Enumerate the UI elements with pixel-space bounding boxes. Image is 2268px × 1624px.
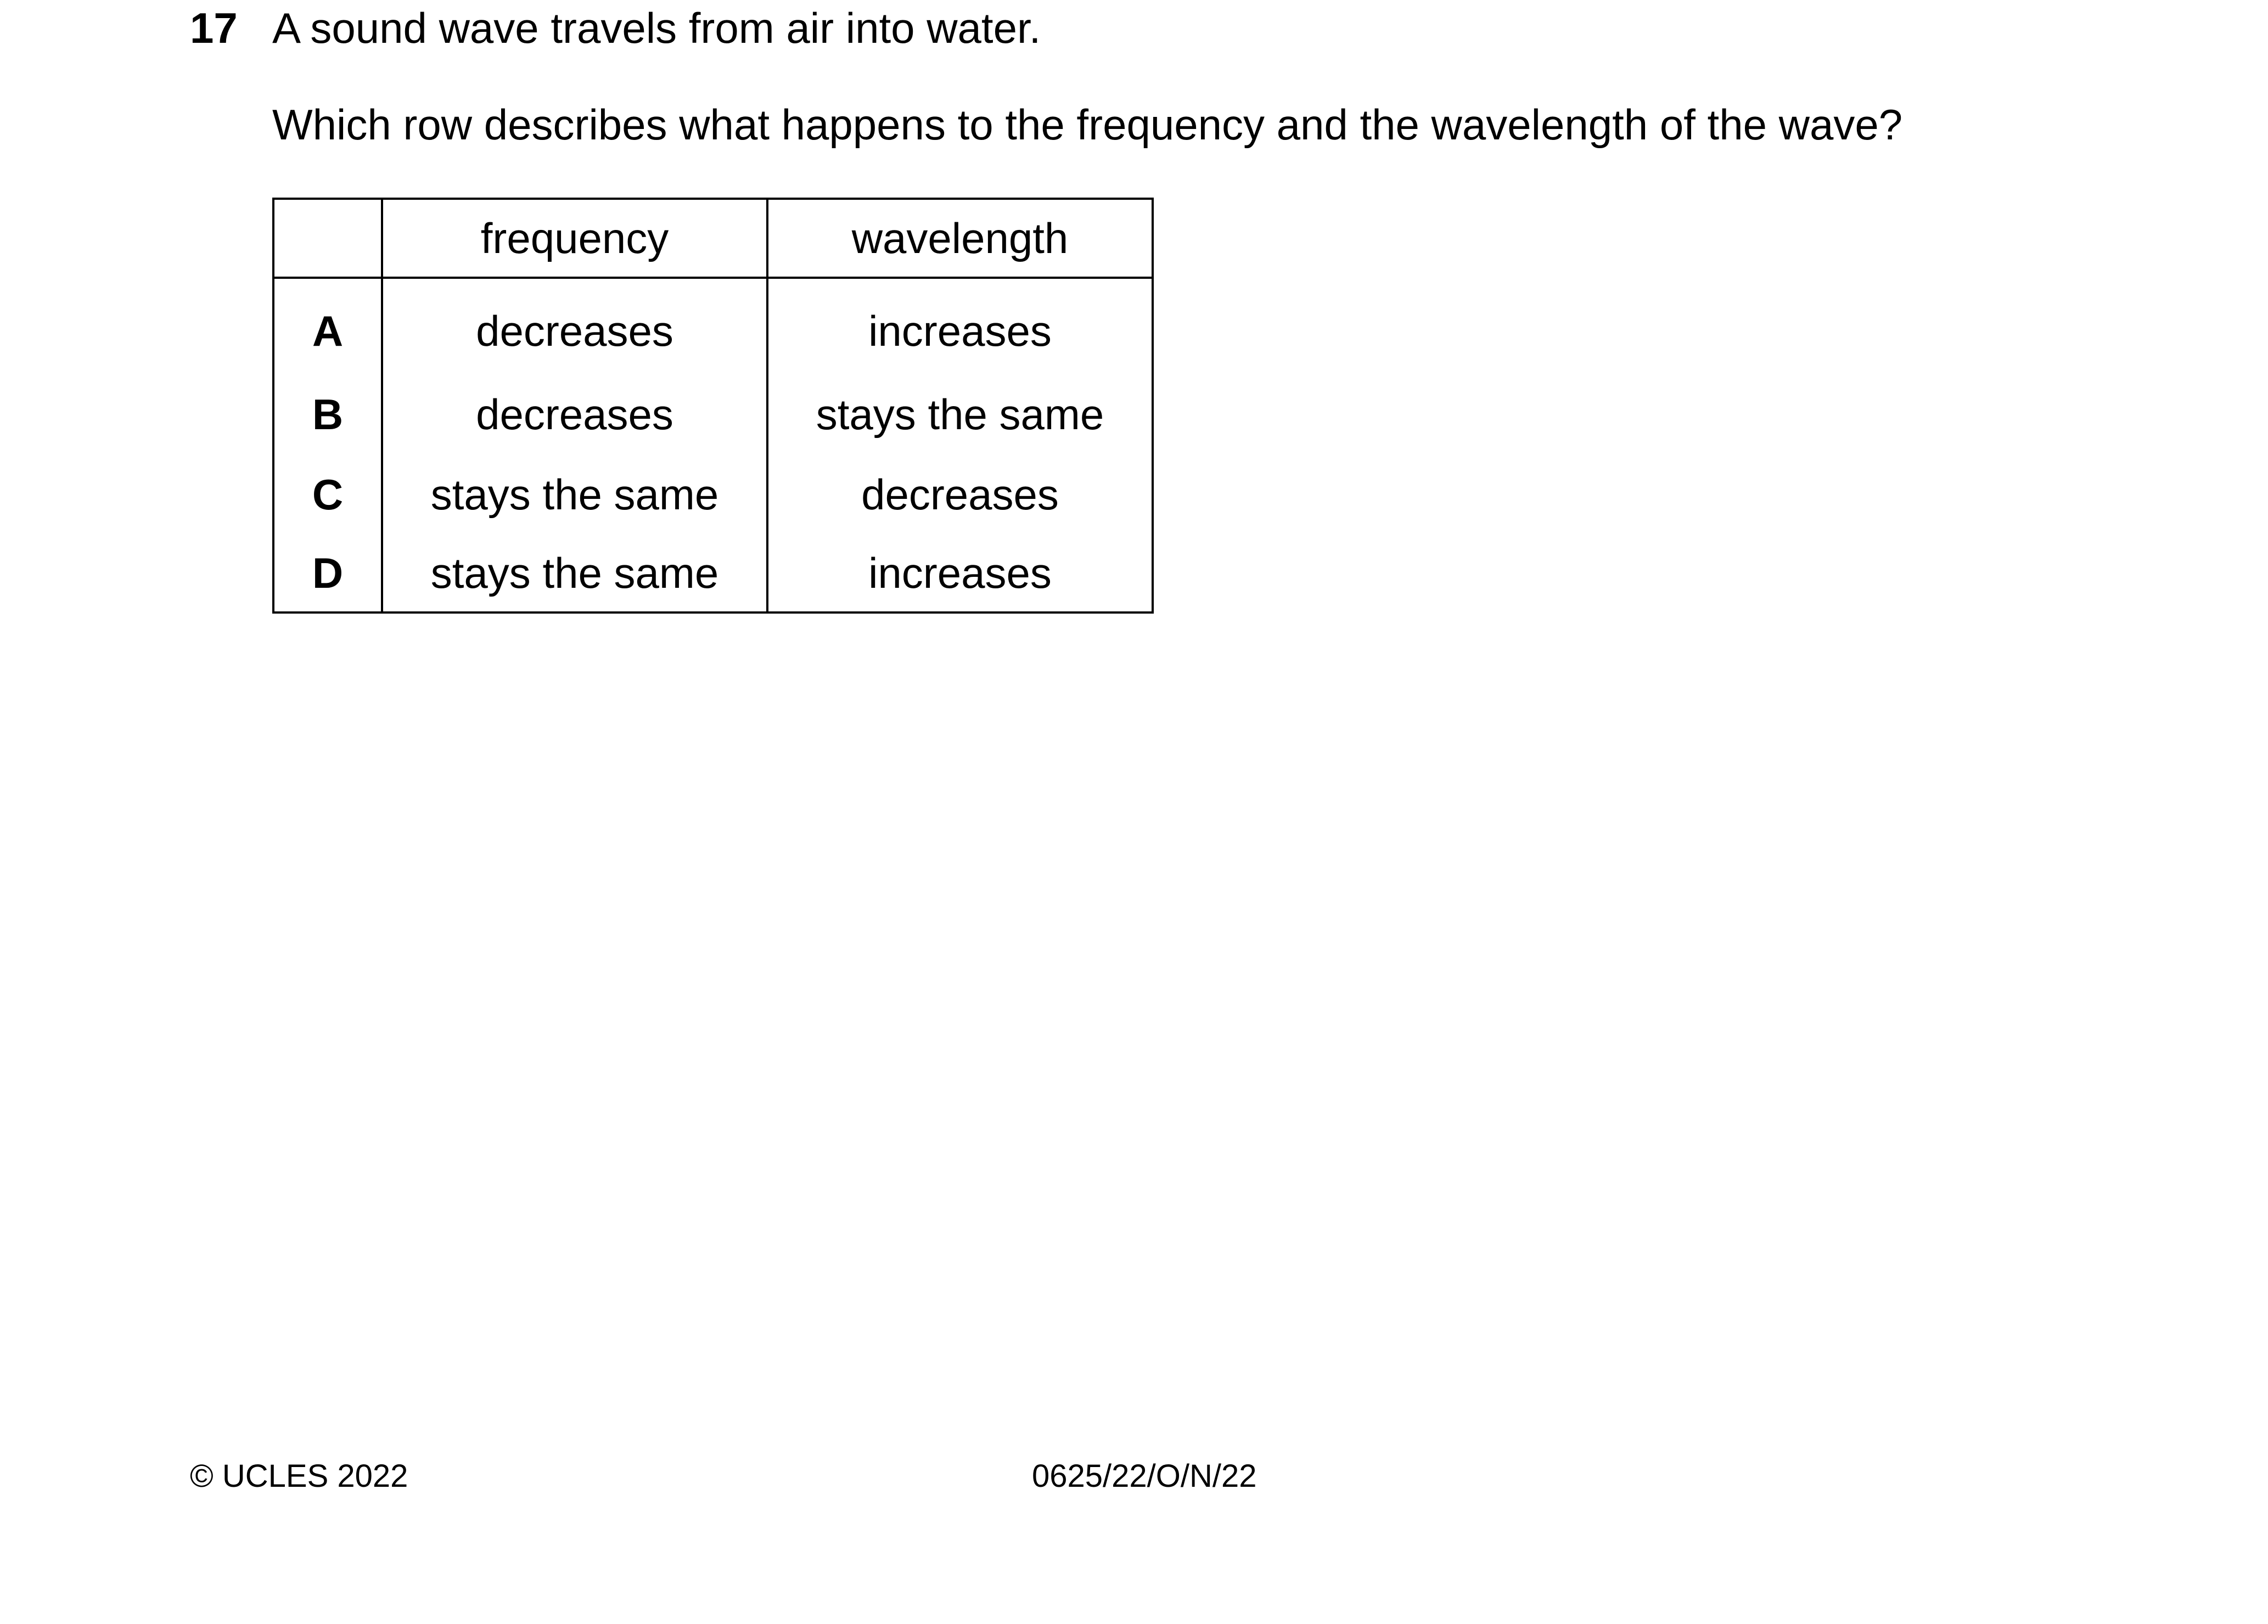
- option-key: C: [272, 454, 383, 535]
- table-row: A decreases increases: [272, 278, 1154, 374]
- option-key: D: [272, 535, 383, 614]
- question-stem: A sound wave travels from air into water…: [272, 4, 1041, 52]
- question-prompt: Which row describes what happens to the …: [272, 100, 1903, 149]
- answer-options-table: frequency wavelength A decreases increas…: [272, 198, 1154, 614]
- option-frequency: decreases: [381, 374, 768, 454]
- footer-paper-code: 0625/22/O/N/22: [1032, 1458, 1257, 1494]
- option-frequency: stays the same: [381, 454, 768, 535]
- option-key: A: [272, 278, 383, 374]
- option-wavelength: increases: [766, 278, 1154, 374]
- option-frequency: decreases: [381, 278, 768, 374]
- option-wavelength: stays the same: [766, 374, 1154, 454]
- header-wavelength: wavelength: [766, 198, 1154, 279]
- header-key: [272, 198, 383, 279]
- table-row: C stays the same decreases: [272, 454, 1154, 535]
- header-frequency: frequency: [381, 198, 768, 279]
- table-row: B decreases stays the same: [272, 374, 1154, 454]
- option-frequency: stays the same: [381, 535, 768, 614]
- table-row: D stays the same increases: [272, 535, 1154, 614]
- question-number: 17: [190, 4, 238, 52]
- footer-copyright: © UCLES 2022: [190, 1458, 408, 1494]
- option-wavelength: decreases: [766, 454, 1154, 535]
- table-header-row: frequency wavelength: [272, 198, 1154, 279]
- option-wavelength: increases: [766, 535, 1154, 614]
- option-key: B: [272, 374, 383, 454]
